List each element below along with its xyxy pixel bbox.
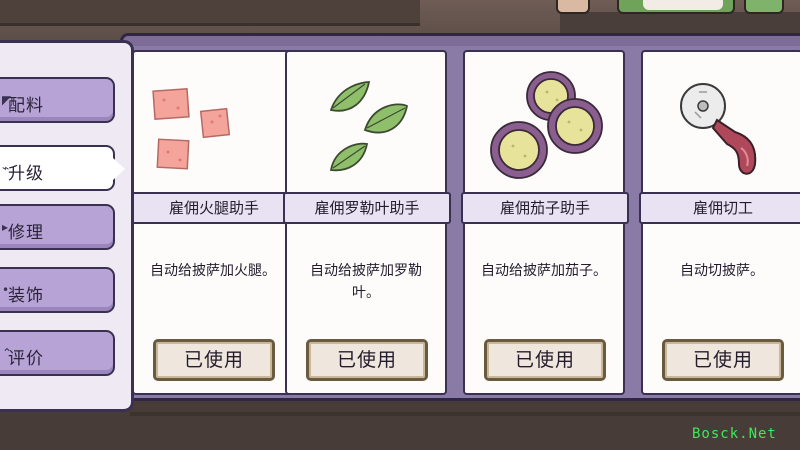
tab-rating[interactable]: ⌃ 评价: [0, 330, 115, 376]
tab-label: 评价: [8, 349, 44, 369]
top-hud-button[interactable]: [744, 0, 784, 14]
tab-label: 配料: [8, 96, 44, 116]
basil-leaves-icon: [287, 52, 445, 192]
background-roof: [0, 0, 420, 26]
ham-cubes-icon: [134, 52, 292, 192]
upgrade-description: 自动切披萨。: [680, 263, 764, 279]
upgrade-name: 雇佣茄子助手: [461, 192, 629, 224]
upgrade-description: 自动给披萨加罗勒叶。: [310, 263, 422, 301]
money-display: [617, 0, 735, 14]
upgrade-name: 雇佣切工: [639, 192, 800, 224]
category-sidebar: ◤ 配料 ⌁ 升级 ▸ 修理 • 装饰 ⌃ 评价: [0, 40, 134, 412]
tab-repair[interactable]: ▸ 修理: [0, 204, 115, 250]
upgrade-name: 雇佣火腿助手: [130, 192, 298, 224]
upgrade-description: 自动给披萨加茄子。: [481, 263, 607, 279]
eggplant-slices-icon: [465, 52, 623, 192]
upgrade-card-ham: 雇佣火腿助手 自动给披萨加火腿。 已使用: [130, 50, 298, 395]
used-button[interactable]: 已使用: [306, 339, 428, 381]
upgrade-card-basil: 雇佣罗勒叶助手 自动给披萨加罗勒叶。 已使用: [283, 50, 451, 395]
tab-label: 装饰: [8, 286, 44, 306]
tab-ingredients[interactable]: ◤ 配料: [0, 77, 115, 123]
active-tab-pointer: [113, 158, 125, 180]
tab-decoration[interactable]: • 装饰: [0, 267, 115, 313]
tab-label: 升级: [8, 164, 44, 184]
tab-upgrade[interactable]: ⌁ 升级: [0, 145, 115, 191]
upgrade-name: 雇佣罗勒叶助手: [283, 192, 451, 224]
used-button[interactable]: 已使用: [153, 339, 275, 381]
watermark: Bosck.Net: [692, 426, 777, 442]
upgrade-card-eggplant: 雇佣茄子助手 自动给披萨加茄子。 已使用: [461, 50, 629, 395]
upgrade-description: 自动给披萨加火腿。: [150, 263, 276, 279]
top-hud-item[interactable]: [556, 0, 590, 14]
tab-label: 修理: [8, 223, 44, 243]
pizza-cutter-icon: [643, 52, 800, 192]
used-button[interactable]: 已使用: [662, 339, 784, 381]
upgrade-card-cutter: 雇佣切工 自动切披萨。 已使用: [639, 50, 800, 395]
used-button[interactable]: 已使用: [484, 339, 606, 381]
